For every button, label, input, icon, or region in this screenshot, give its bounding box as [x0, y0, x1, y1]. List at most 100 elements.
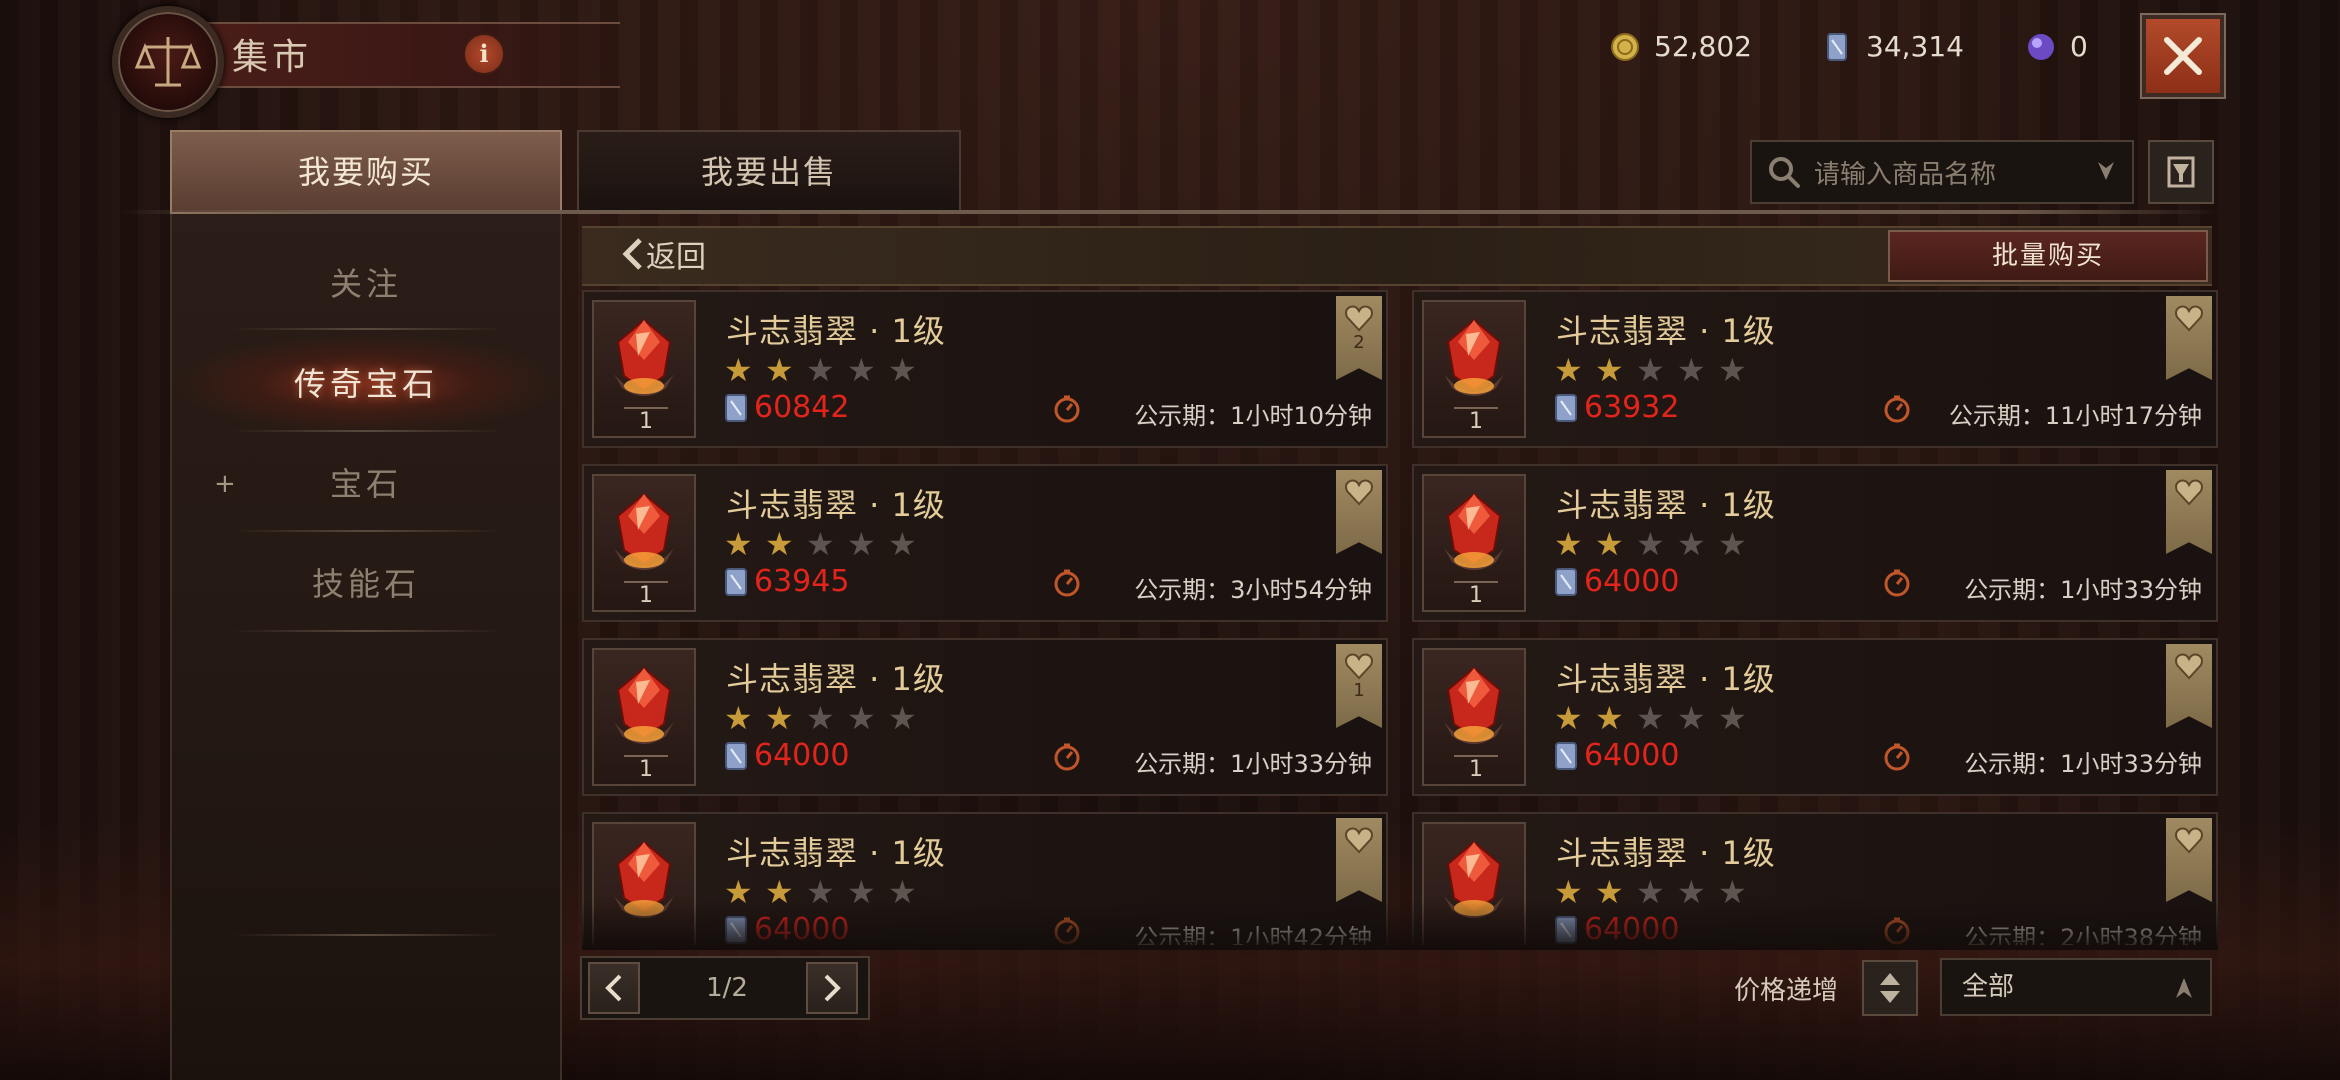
star-icon: ★	[847, 525, 876, 563]
favorite-button[interactable]	[2166, 818, 2212, 902]
heart-icon	[1345, 827, 1373, 854]
tab-buy[interactable]: 我要购买	[170, 130, 562, 214]
close-icon	[2164, 37, 2202, 75]
price-value: 63932	[1584, 390, 1680, 425]
listing-card[interactable]: 1 斗志翡翠 · 1级 ★ ★ ★ ★ ★ 64000 公示期：1小时33分钟 1	[582, 638, 1388, 796]
divider	[232, 430, 502, 432]
gold-coin-icon	[1611, 32, 1639, 61]
sidebar-item-follow[interactable]: 关注	[172, 234, 560, 334]
search-placeholder: 请输入商品名称	[1814, 159, 1997, 190]
star-icon: ★	[1718, 699, 1747, 737]
listing-period: 公示期：1小时10分钟	[1134, 402, 1372, 430]
filter-select[interactable]: 全部	[1940, 958, 2212, 1016]
favorite-button[interactable]: 2	[1336, 296, 1382, 380]
item-price: 63945	[724, 564, 849, 599]
search-input[interactable]: 请输入商品名称	[1750, 140, 2134, 204]
gem-thumbnail: 1	[592, 474, 696, 612]
next-page-button[interactable]	[806, 962, 858, 1014]
favorite-button[interactable]: 1	[1336, 644, 1382, 728]
gem-thumbnail: 1	[592, 648, 696, 786]
currency-orb: 0	[2026, 30, 2088, 63]
item-name: 斗志翡翠 · 1级	[1556, 834, 1776, 872]
page-indicator: 1/2	[706, 973, 748, 1003]
listing-card[interactable]: 1 斗志翡翠 · 1级 ★ ★ ★ ★ ★ 60842 公示期：1小时10分钟 2	[582, 290, 1388, 448]
star-icon: ★	[806, 351, 835, 389]
star-icon: ★	[724, 525, 753, 563]
timer-icon	[1884, 395, 1910, 423]
page-title: 集市	[232, 37, 313, 78]
sort-label: 价格递增	[1734, 976, 1839, 1006]
listing-card[interactable]: 1 斗志翡翠 · 1级 ★ ★ ★ ★ ★ 64000 公示期：1小时33分钟	[1412, 464, 2218, 622]
sidebar-item-gems[interactable]: + 宝石	[172, 434, 560, 534]
star-rating: ★ ★ ★ ★ ★	[1554, 702, 1759, 734]
divider	[232, 630, 502, 632]
platinum-icon	[1555, 741, 1577, 770]
sidebar-item-skill-stones[interactable]: 技能石	[172, 534, 560, 634]
favorite-button[interactable]	[1336, 470, 1382, 554]
star-icon: ★	[1636, 699, 1665, 737]
heart-icon	[2175, 653, 2203, 680]
star-rating: ★ ★ ★ ★ ★	[724, 528, 929, 560]
sidebar-item-legendary-gems[interactable]: 传奇宝石	[172, 334, 560, 434]
prev-page-button[interactable]	[588, 962, 640, 1014]
item-quantity: 1	[1454, 755, 1498, 782]
star-icon: ★	[847, 351, 876, 389]
listing-card[interactable]: 1 斗志翡翠 · 1级 ★ ★ ★ ★ ★ 64000 公示期：1小时33分钟	[1412, 638, 2218, 796]
pagination: 1/2	[580, 956, 870, 1020]
star-icon: ★	[765, 525, 794, 563]
favorite-button[interactable]	[2166, 470, 2212, 554]
item-price: 64000	[724, 738, 849, 773]
currency-gold-value: 52,802	[1654, 30, 1752, 63]
item-quantity: 1	[624, 755, 668, 782]
favorite-button[interactable]	[2166, 296, 2212, 380]
heart-icon	[2175, 827, 2203, 854]
listing-card[interactable]: 1 斗志翡翠 · 1级 ★ ★ ★ ★ ★ 63945 公示期：3小时54分钟	[582, 464, 1388, 622]
legendary-gem-icon	[604, 312, 684, 416]
category-sidebar: 关注 传奇宝石 + 宝石 技能石	[170, 214, 562, 1080]
filter-icon	[2167, 156, 2195, 188]
gem-thumbnail: 1	[592, 300, 696, 438]
heart-icon	[1345, 305, 1373, 332]
item-price: 63932	[1554, 390, 1679, 425]
platinum-icon	[1555, 393, 1577, 422]
star-icon: ★	[1554, 525, 1583, 563]
currency-platinum: 34,314	[1822, 30, 1964, 63]
market-screen: 集市 i 52,802 34,314 0 我要购买 我要出售 请输入商品名称 关…	[0, 0, 2340, 1080]
info-button[interactable]: i	[463, 33, 505, 75]
favorite-button[interactable]	[2166, 644, 2212, 728]
item-name: 斗志翡翠 · 1级	[1556, 486, 1776, 524]
item-price: 60842	[724, 390, 849, 425]
listing-card[interactable]: 1 斗志翡翠 · 1级 ★ ★ ★ ★ ★ 63932 公示期：11小时17分钟	[1412, 290, 2218, 448]
legendary-gem-icon	[1434, 660, 1514, 764]
back-button[interactable]: 返回	[620, 232, 706, 276]
favorite-button[interactable]	[1336, 818, 1382, 902]
heart-icon	[1345, 479, 1373, 506]
filter-button[interactable]	[2148, 140, 2214, 204]
heart-icon	[2175, 479, 2203, 506]
chevron-left-icon	[622, 238, 642, 270]
listing-period: 公示期：1小时33分钟	[1134, 750, 1372, 778]
favorite-count: 1	[1353, 680, 1365, 701]
scales-emblem-icon	[112, 6, 224, 118]
star-icon: ★	[1636, 351, 1665, 389]
listing-period: 公示期：1小时33分钟	[1964, 576, 2202, 604]
close-button[interactable]	[2142, 15, 2224, 97]
star-icon: ★	[1718, 525, 1747, 563]
item-name: 斗志翡翠 · 1级	[726, 660, 946, 698]
filter-value: 全部	[1962, 972, 2015, 1002]
gem-thumbnail: 1	[1422, 474, 1526, 612]
star-icon: ★	[1636, 525, 1665, 563]
star-icon: ★	[888, 699, 917, 737]
platinum-icon	[725, 741, 747, 770]
listing-period: 公示期：1小时33分钟	[1964, 750, 2202, 778]
platinum-icon	[1827, 32, 1847, 61]
back-label: 返回	[646, 240, 706, 275]
tab-sell[interactable]: 我要出售	[577, 130, 961, 214]
item-name: 斗志翡翠 · 1级	[726, 486, 946, 524]
platinum-icon	[725, 393, 747, 422]
sort-toggle-button[interactable]	[1862, 960, 1918, 1016]
star-icon: ★	[765, 351, 794, 389]
divider	[232, 934, 502, 936]
bulk-buy-button[interactable]: 批量购买	[1888, 230, 2208, 282]
price-value: 63945	[754, 564, 850, 599]
